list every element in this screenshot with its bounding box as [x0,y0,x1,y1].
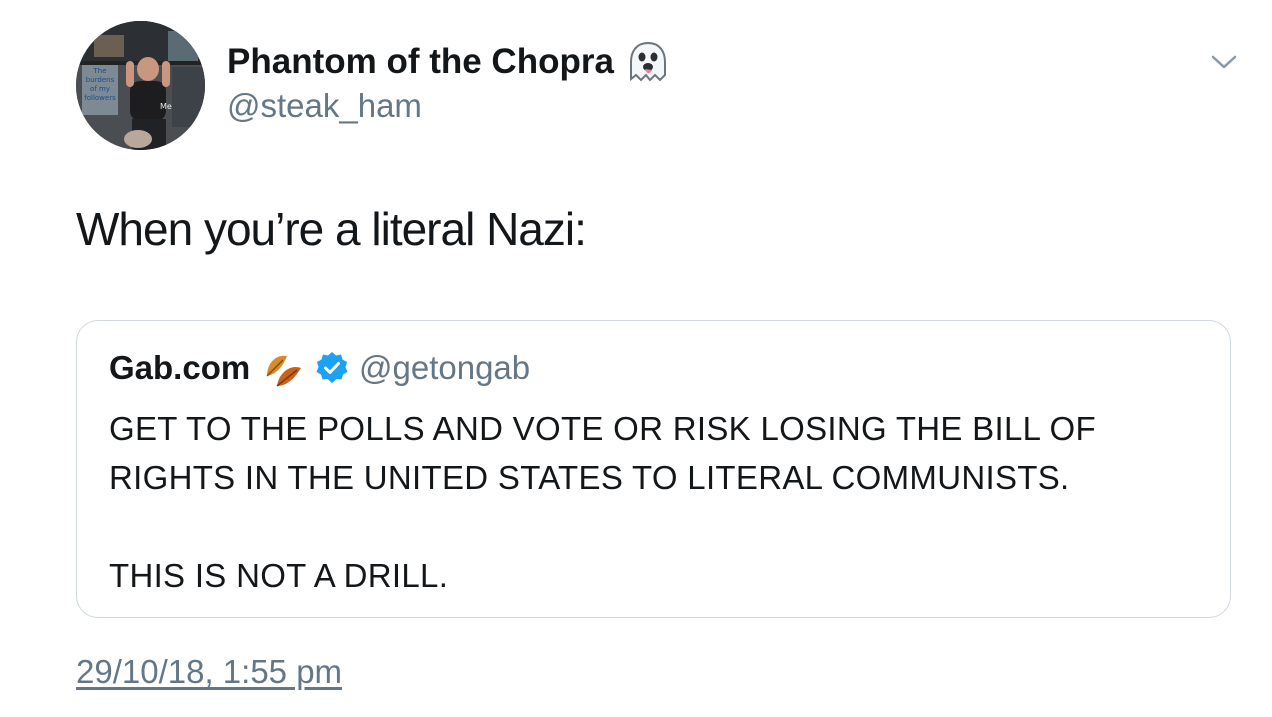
verified-badge-icon [315,351,349,385]
quoted-text-line-3: THIS IS NOT A DRILL. [109,557,449,594]
fallen-leaf-emoji-icon [261,346,305,390]
quoted-tweet-card[interactable]: Gab.com @getongab GET TO THE POLLS AND V… [76,320,1231,618]
quoted-text-line-1: GET TO THE POLLS AND VOTE OR RISK LOSING… [109,410,1096,447]
tweet-timestamp[interactable]: 29/10/18, 1:55 pm [76,652,342,692]
quoted-author-name[interactable]: Gab.com [109,348,250,388]
author-display-name[interactable]: Phantom of the Chopra [227,41,614,83]
avatar-photo: The burdens of my followers Me [76,21,205,150]
svg-text:The: The [92,67,106,75]
svg-text:of my: of my [90,85,110,93]
author-handle[interactable]: @steak_ham [227,86,422,126]
svg-text:burdens: burdens [86,76,115,84]
quoted-author-handle[interactable]: @getongab [359,348,530,388]
tweet-text: When you’re a literal Nazi: [76,203,587,255]
chevron-down-icon[interactable] [1210,52,1238,72]
svg-text:followers: followers [84,94,116,102]
avatar[interactable]: The burdens of my followers Me [76,21,205,150]
ghost-emoji-icon [626,41,670,83]
svg-text:Me: Me [160,102,172,111]
quoted-text-line-2: RIGHTS IN THE UNITED STATES TO LITERAL C… [109,459,1070,496]
